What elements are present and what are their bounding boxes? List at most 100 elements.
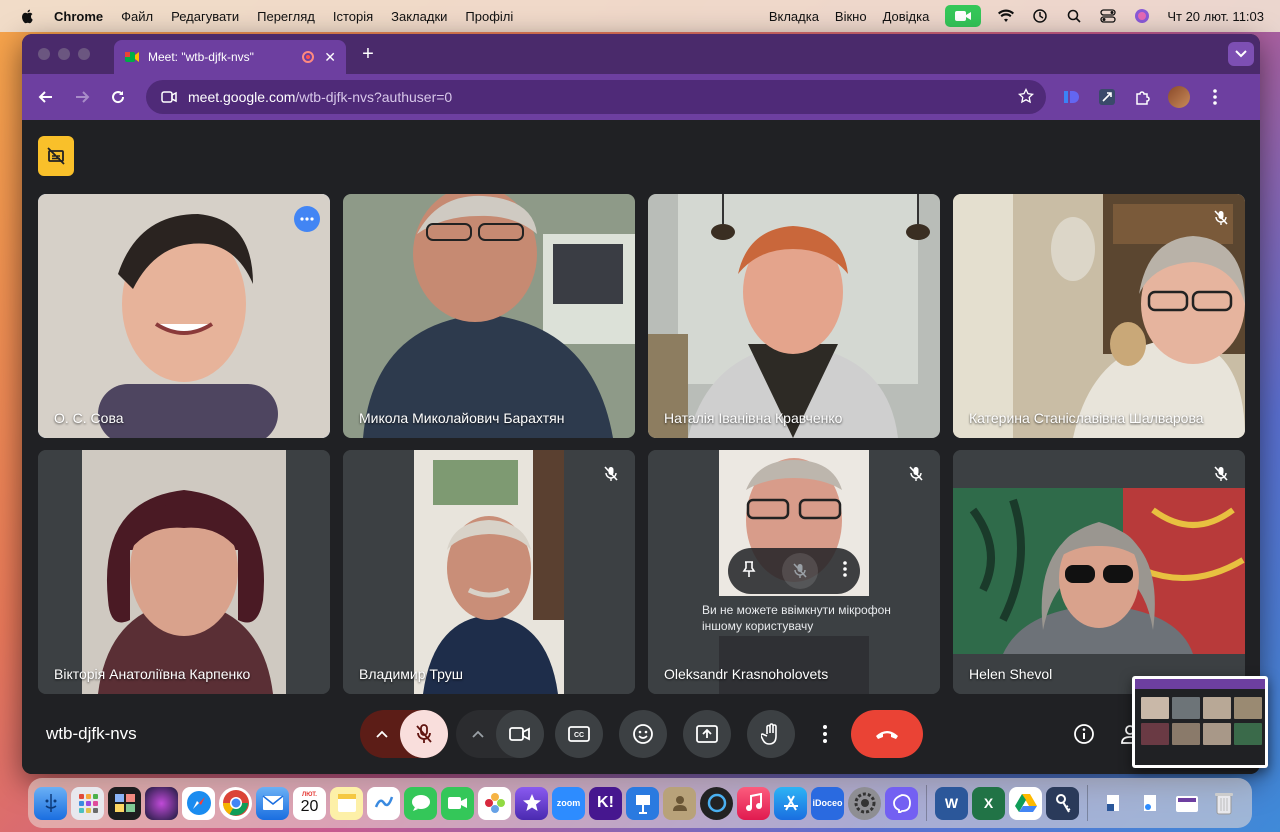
chrome-icon[interactable] [219, 786, 252, 820]
participant-tile[interactable]: О. С. Сова [38, 194, 330, 438]
tab-search-button[interactable] [1228, 42, 1254, 66]
forward-button[interactable] [68, 83, 96, 111]
wifi-icon[interactable] [997, 7, 1015, 25]
idoceo-icon[interactable]: iDoceo [811, 786, 844, 820]
macos-dock: ЛЮТ. 20 zoom K! iDoceo W X [28, 778, 1252, 828]
url-text[interactable]: meet.google.com/wtb-djfk-nvs?authuser=0 [188, 89, 1018, 105]
downloads-folder-icon[interactable] [1170, 787, 1203, 820]
participant-tile[interactable]: Наталія Іванівна Кравченко [648, 194, 940, 438]
contacts-icon[interactable] [663, 786, 696, 820]
chevron-up-icon[interactable] [470, 726, 486, 742]
music-icon[interactable] [737, 786, 770, 820]
profile-avatar[interactable] [1168, 86, 1190, 108]
apple-icon[interactable] [20, 8, 36, 24]
calendar-icon[interactable]: ЛЮТ. 20 [293, 786, 326, 820]
facetime-icon[interactable] [441, 786, 474, 820]
camera-site-icon[interactable] [158, 86, 180, 108]
recent-document-icon[interactable] [1133, 787, 1166, 820]
minimize-window-button[interactable] [58, 48, 70, 60]
mic-muted-icon [1211, 208, 1231, 228]
menu-app-name[interactable]: Chrome [54, 9, 103, 24]
captions-button[interactable]: CC [555, 710, 603, 758]
participant-tile[interactable]: Катерина Станіславівна Шалварова [953, 194, 1245, 438]
extensions-puzzle-icon[interactable] [1132, 86, 1154, 108]
launchpad-icon[interactable] [71, 786, 104, 820]
photos-icon[interactable] [478, 786, 511, 820]
emoji-reaction-button[interactable] [619, 710, 667, 758]
participant-tile[interactable]: Вікторія Анатоліївна Карпенко [38, 450, 330, 694]
participant-tile[interactable]: Helen Shevol [953, 450, 1245, 694]
back-button[interactable] [32, 83, 60, 111]
tab-meet[interactable]: Meet: "wtb-djfk-nvs" ✕ [114, 40, 346, 74]
new-tab-button[interactable]: + [356, 42, 380, 66]
mic-muted-icon [906, 464, 926, 484]
captions-off-badge[interactable] [38, 136, 74, 176]
remote-mute-button[interactable] [781, 553, 818, 589]
menu-profiles[interactable]: Профілі [465, 9, 513, 24]
menu-clock[interactable]: Чт 20 лют. 11:03 [1167, 9, 1264, 24]
mic-toggle-button[interactable] [400, 710, 448, 758]
time-machine-icon[interactable] [1031, 7, 1049, 25]
trash-icon[interactable] [1207, 787, 1240, 820]
kahoot-icon[interactable]: K! [589, 786, 622, 820]
camera-toggle-button[interactable] [496, 710, 544, 758]
mail-icon[interactable] [256, 786, 289, 820]
system-settings-icon[interactable] [848, 786, 881, 820]
more-options-icon[interactable] [294, 206, 320, 232]
google-drive-icon[interactable] [1009, 786, 1042, 820]
chrome-menu-icon[interactable] [1204, 86, 1226, 108]
camera-in-use-icon[interactable] [945, 5, 982, 27]
extension-icon-1[interactable] [1060, 86, 1082, 108]
safari-icon[interactable] [182, 786, 215, 820]
screenshot-thumbnail[interactable] [1132, 676, 1268, 768]
finder-icon[interactable] [34, 786, 67, 820]
svg-text:CC: CC [574, 732, 584, 739]
messages-icon[interactable] [404, 786, 437, 820]
close-window-button[interactable] [38, 48, 50, 60]
thumbnail-preview [1135, 679, 1265, 765]
keychain-icon[interactable] [1046, 786, 1079, 820]
zoom-window-button[interactable] [78, 48, 90, 60]
participant-tile[interactable]: Ви не можете ввімкнути мікрофон іншому к… [648, 450, 940, 694]
siri-icon[interactable] [145, 786, 178, 820]
chevron-up-icon[interactable] [374, 726, 390, 742]
mission-control-icon[interactable] [108, 786, 141, 820]
search-icon[interactable] [1065, 7, 1083, 25]
raise-hand-button[interactable] [747, 710, 795, 758]
menu-edit[interactable]: Редагувати [171, 9, 239, 24]
menu-window[interactable]: Вікно [835, 9, 867, 24]
zoom-icon[interactable]: zoom [552, 786, 585, 820]
menu-file[interactable]: Файл [121, 9, 153, 24]
more-vert-icon[interactable] [843, 560, 848, 582]
menu-history[interactable]: Історія [333, 9, 373, 24]
app-icon[interactable] [700, 786, 733, 820]
menu-help[interactable]: Довідка [883, 9, 930, 24]
freeform-icon[interactable] [367, 786, 400, 820]
viber-icon[interactable] [885, 786, 918, 820]
participant-name: Владимир Труш [359, 666, 464, 682]
notes-icon[interactable] [330, 786, 363, 820]
participant-tile[interactable]: Микола Миколайович Барахтян [343, 194, 635, 438]
keynote-icon[interactable] [626, 786, 659, 820]
control-center-icon[interactable] [1099, 7, 1117, 25]
imovie-star-icon[interactable] [515, 786, 548, 820]
present-screen-button[interactable] [683, 710, 731, 758]
close-tab-icon[interactable]: ✕ [324, 49, 336, 66]
participant-tile[interactable]: Владимир Труш [343, 450, 635, 694]
recent-word-doc-icon[interactable] [1096, 787, 1129, 820]
app-store-icon[interactable] [774, 786, 807, 820]
leave-call-button[interactable] [851, 710, 923, 758]
address-bar[interactable]: meet.google.com/wtb-djfk-nvs?authuser=0 [146, 80, 1046, 114]
more-options-button[interactable] [810, 710, 840, 758]
bookmark-star-icon[interactable] [1017, 87, 1035, 107]
menu-bookmarks[interactable]: Закладки [391, 9, 447, 24]
meeting-info-icon[interactable] [1066, 716, 1102, 752]
excel-icon[interactable]: X [972, 786, 1005, 820]
reload-button[interactable] [104, 83, 132, 111]
extension-icon-2[interactable] [1096, 86, 1118, 108]
siri-icon[interactable] [1133, 7, 1151, 25]
menu-view[interactable]: Перегляд [257, 9, 315, 24]
pin-icon[interactable] [741, 560, 757, 583]
word-icon[interactable]: W [935, 786, 968, 820]
menu-tab[interactable]: Вкладка [769, 9, 819, 24]
